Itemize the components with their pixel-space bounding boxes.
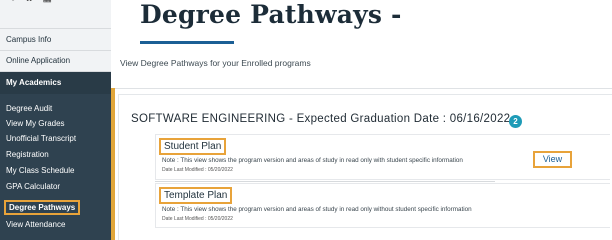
sidebar-item-degree-pathways[interactable]: Degree Pathways [4,200,81,215]
template-plan-title[interactable]: Template Plan [159,187,233,204]
sidebar-item-degree-audit[interactable]: Degree Audit [6,104,52,113]
student-plan-title[interactable]: Student Plan [159,138,227,155]
program-title: SOFTWARE ENGINEERING - Expected Graduati… [131,113,511,125]
sidebar-section-my-academics[interactable]: My Academics [0,72,111,94]
view-student-plan-button[interactable]: View [533,151,572,168]
sidebar-item-unofficial-transcript[interactable]: Unofficial Transcript [6,134,76,143]
sidebar-menu: Degree Audit View My Grades Unofficial T… [0,94,111,240]
page-subtitle: View Degree Pathways for your Enrolled p… [120,58,311,68]
program-card: SOFTWARE ENGINEERING - Expected Graduati… [115,94,612,240]
sidebar-link-campus-info[interactable]: Campus Info [6,35,51,44]
template-plan-row: Template Plan Note : This view shows the… [155,183,610,228]
student-plan-date: Date Last Modified : 05/20/2022 [162,167,233,173]
sidebar-item-my-class-schedule[interactable]: My Class Schedule [6,166,74,175]
sidebar-link-online-application[interactable]: Online Application [6,56,70,65]
sidebar-item-view-attendance[interactable]: View Attendance [6,220,65,229]
sidebar-divider [0,28,111,29]
section-divider [115,88,612,89]
calendar-icon[interactable]: ▦ [42,0,51,5]
sidebar-divider [0,50,111,51]
template-plan-note: Note : This view shows the program versi… [162,206,472,213]
student-plan-note: Note : This view shows the program versi… [162,157,463,164]
sidebar-item-registration[interactable]: Registration [6,150,49,159]
title-underline [140,41,234,44]
main-content: Degree Pathways - View Degree Pathways f… [115,0,612,240]
sidebar: ● ⇊ ▦ Campus Info Online Application My … [0,0,111,240]
sidebar-item-view-my-grades[interactable]: View My Grades [6,119,65,128]
plan-divider [155,181,495,182]
user-icon[interactable]: ● [10,0,16,5]
sidebar-top-icons: ● ⇊ ▦ [10,0,52,5]
page-title: Degree Pathways - [140,0,402,29]
plan-count-badge: 2 [509,115,522,128]
template-plan-date: Date Last Modified : 05/20/2022 [162,216,233,222]
sidebar-item-gpa-calculator[interactable]: GPA Calculator [6,182,60,191]
download-icon[interactable]: ⇊ [25,0,33,5]
